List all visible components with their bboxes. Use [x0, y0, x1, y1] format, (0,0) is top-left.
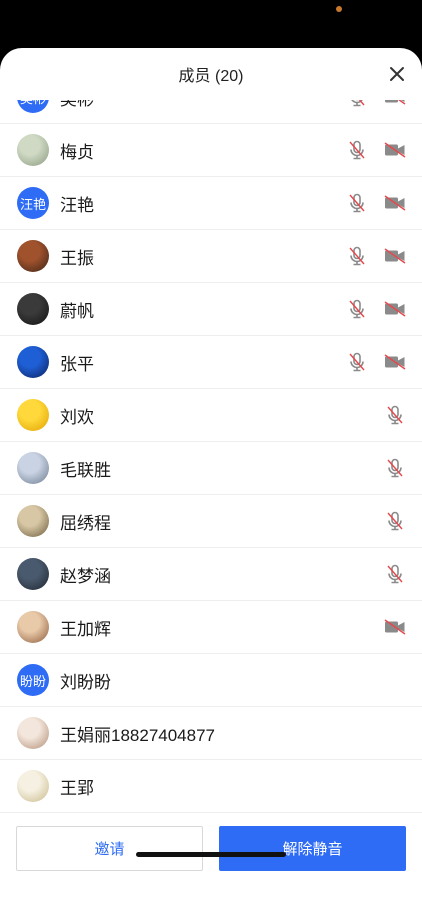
mic-muted-icon — [346, 245, 368, 267]
camera-off-icon — [384, 139, 406, 161]
member-status-icons — [346, 192, 406, 214]
member-name: 刘盼盼 — [60, 672, 111, 692]
camera-off-icon — [384, 100, 406, 108]
member-row[interactable]: 王加辉 — [0, 601, 422, 654]
member-name: 王娟丽18827404877 — [60, 725, 216, 745]
member-row[interactable]: 王振 — [0, 230, 422, 283]
member-row[interactable]: 王娟丽18827404877 — [0, 707, 422, 760]
member-name: 赵梦涵 — [60, 566, 111, 586]
avatar — [17, 558, 49, 590]
mic-muted-icon — [346, 298, 368, 320]
status-indicator-dot — [336, 6, 342, 12]
sheet-title: 成员 (20) — [178, 68, 244, 85]
member-status-icons — [384, 510, 406, 532]
footer-bar: 邀请 解除静音 — [0, 818, 422, 915]
member-row[interactable]: 吴彬 吴彬 — [0, 100, 422, 124]
member-name: 王振 — [60, 248, 94, 268]
avatar — [17, 770, 49, 802]
avatar — [17, 505, 49, 537]
member-row[interactable]: 赵梦涵 — [0, 548, 422, 601]
member-name: 吴彬 — [60, 100, 346, 110]
close-icon — [390, 67, 404, 81]
member-name: 梅贞 — [60, 142, 94, 162]
member-row[interactable]: 屈绣程 — [0, 495, 422, 548]
member-name: 汪艳 — [60, 195, 94, 215]
member-status-icons — [346, 100, 406, 108]
member-status-icons — [346, 139, 406, 161]
member-name: 毛联胜 — [60, 460, 111, 480]
member-status-icons — [346, 245, 406, 267]
member-row[interactable]: 梅贞 — [0, 124, 422, 177]
mic-muted-icon — [346, 351, 368, 373]
mic-muted-icon — [384, 510, 406, 532]
avatar: 汪艳 — [17, 187, 49, 219]
member-row[interactable]: 蔚帆 — [0, 283, 422, 336]
member-row[interactable]: 张平 — [0, 336, 422, 389]
mic-muted-icon — [346, 192, 368, 214]
mic-muted-icon — [384, 404, 406, 426]
member-row[interactable]: 盼盼 刘盼盼 — [0, 654, 422, 707]
avatar — [17, 611, 49, 643]
member-row[interactable]: 王郢 — [0, 760, 422, 813]
avatar: 盼盼 — [17, 664, 49, 696]
avatar — [17, 346, 49, 378]
unmute-all-button[interactable]: 解除静音 — [219, 826, 406, 871]
member-row[interactable]: 汪艳 汪艳 — [0, 177, 422, 230]
member-name: 屈绣程 — [60, 513, 111, 533]
member-name: 王加辉 — [60, 619, 111, 639]
camera-off-icon — [384, 351, 406, 373]
member-status-icons — [346, 298, 406, 320]
member-row[interactable]: 刘欢 — [0, 389, 422, 442]
avatar — [17, 717, 49, 749]
camera-off-icon — [384, 245, 406, 267]
member-status-icons — [384, 616, 406, 638]
mic-muted-icon — [346, 100, 368, 108]
camera-off-icon — [384, 192, 406, 214]
member-status-icons — [384, 404, 406, 426]
avatar — [17, 134, 49, 166]
mic-muted-icon — [346, 139, 368, 161]
member-status-icons — [384, 563, 406, 585]
camera-off-icon — [384, 298, 406, 320]
members-sheet: 成员 (20) 吴彬 吴彬梅贞汪艳汪艳王振蔚帆张平刘欢毛联胜屈绣程赵梦涵王加辉盼盼… — [0, 48, 422, 915]
member-name: 蔚帆 — [60, 301, 94, 321]
member-row[interactable]: 毛联胜 — [0, 442, 422, 495]
avatar — [17, 240, 49, 272]
member-name: 张平 — [60, 354, 94, 374]
avatar — [17, 293, 49, 325]
avatar — [17, 452, 49, 484]
avatar — [17, 399, 49, 431]
member-name: 王郢 — [60, 778, 94, 798]
member-status-icons — [346, 351, 406, 373]
mic-muted-icon — [384, 563, 406, 585]
member-status-icons — [384, 457, 406, 479]
avatar: 吴彬 — [17, 100, 49, 113]
home-indicator — [136, 852, 286, 857]
sheet-header: 成员 (20) — [0, 48, 422, 100]
member-list[interactable]: 吴彬 吴彬梅贞汪艳汪艳王振蔚帆张平刘欢毛联胜屈绣程赵梦涵王加辉盼盼刘盼盼王娟丽18… — [0, 100, 422, 867]
member-name: 刘欢 — [60, 407, 94, 427]
close-button[interactable] — [386, 63, 408, 85]
invite-button[interactable]: 邀请 — [16, 826, 203, 871]
camera-off-icon — [384, 616, 406, 638]
mic-muted-icon — [384, 457, 406, 479]
